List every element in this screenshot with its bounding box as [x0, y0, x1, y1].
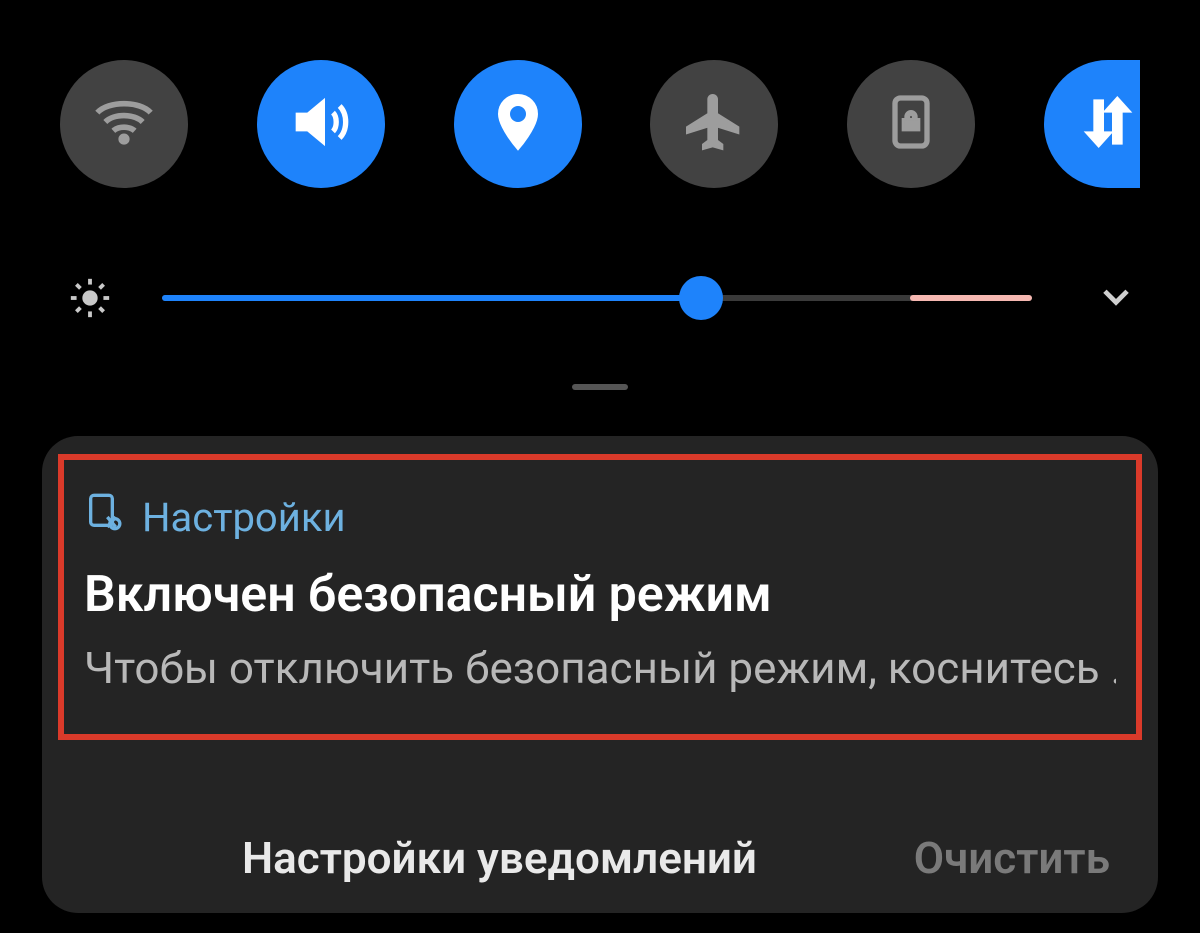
notifications-container: Настройки Включен безопасный режим Чтобы… — [42, 436, 1158, 913]
settings-app-icon — [84, 492, 124, 542]
quick-toggles-row — [60, 60, 1140, 188]
notification-app-name: Настройки — [142, 494, 346, 541]
airplane-toggle[interactable] — [650, 60, 778, 188]
wifi-icon — [92, 90, 156, 158]
mobile-data-toggle[interactable] — [1044, 60, 1140, 188]
notification-footer: Настройки уведомлений Очистить — [42, 803, 1158, 913]
notification-app-row: Настройки — [84, 492, 1116, 542]
brightness-thumb[interactable] — [679, 276, 723, 320]
brightness-slider[interactable] — [162, 278, 1032, 318]
panel-drag-handle[interactable] — [572, 384, 628, 390]
rotation-lock-toggle[interactable] — [847, 60, 975, 188]
location-icon — [486, 90, 550, 158]
mobile-data-toggle-clip — [1044, 60, 1140, 188]
notification-settings-button[interactable]: Настройки уведомлений — [242, 832, 757, 884]
chevron-down-icon — [1097, 277, 1135, 319]
wifi-toggle[interactable] — [60, 60, 188, 188]
mobile-data-icon — [1076, 90, 1140, 158]
airplane-icon — [682, 90, 746, 158]
expand-panel-button[interactable] — [1092, 277, 1140, 319]
clear-notifications-button[interactable]: Очистить — [914, 832, 1110, 884]
sound-toggle[interactable] — [257, 60, 385, 188]
notification-title: Включен безопасный режим — [84, 566, 1116, 624]
brightness-icon — [60, 275, 120, 321]
notification-body: Чтобы отключить безопасный режим, коснит… — [84, 642, 1116, 694]
rotation-lock-icon — [879, 90, 943, 158]
brightness-row — [60, 258, 1140, 338]
safe-mode-notification[interactable]: Настройки Включен безопасный режим Чтобы… — [58, 454, 1142, 740]
location-toggle[interactable] — [454, 60, 582, 188]
notification-shade: Настройки Включен безопасный режим Чтобы… — [0, 0, 1200, 933]
sound-icon — [289, 90, 353, 158]
